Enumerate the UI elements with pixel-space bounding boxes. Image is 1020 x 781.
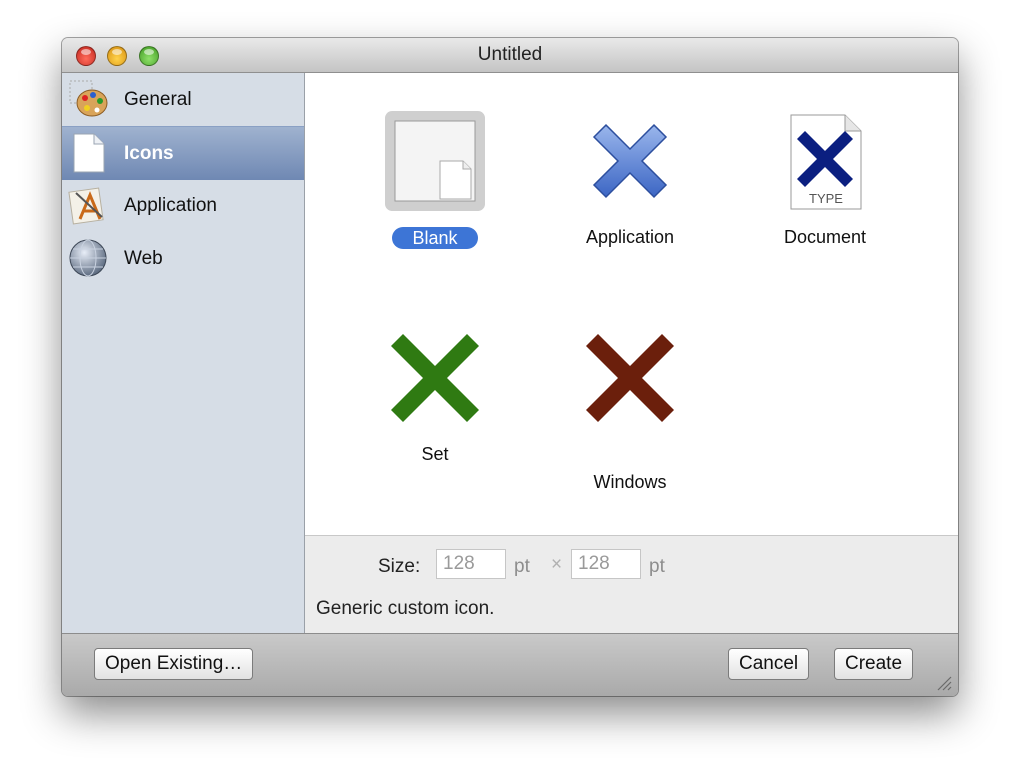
template-label: Windows [593, 472, 667, 492]
times-symbol: × [551, 554, 563, 575]
template-grid: Blank Application TYPE Document Set Wind… [305, 73, 958, 535]
template-label: Set [421, 444, 449, 464]
width-input[interactable] [436, 549, 506, 579]
template-document[interactable]: TYPE Document [735, 111, 915, 281]
template-label: Application [585, 227, 675, 247]
blank-icon [385, 111, 485, 211]
template-windows[interactable]: Windows [540, 328, 720, 498]
icon-info-panel: Size: pt × pt Generic custom icon. [305, 535, 958, 634]
sidebar-item-icons[interactable]: Icons [62, 126, 304, 180]
size-label: Size: [378, 556, 421, 577]
document-type-badge: TYPE [809, 191, 843, 206]
height-input[interactable] [571, 549, 641, 579]
category-sidebar: General Icons Application Web [62, 73, 305, 633]
palette-icon [69, 80, 108, 117]
blue-x-icon [592, 123, 668, 199]
blank-document-icon [73, 133, 105, 173]
document-x-icon: TYPE [790, 114, 862, 210]
template-application[interactable]: Application [540, 111, 720, 281]
sidebar-item-label: Application [124, 195, 217, 216]
app-icon [68, 187, 104, 225]
red-x-icon [586, 334, 674, 422]
new-icon-window: Untitled General Icons Application Web B… [62, 38, 958, 696]
button-bar: Open Existing… Cancel Create [62, 633, 958, 696]
window-title: Untitled [477, 44, 543, 65]
resize-grip-icon[interactable] [936, 675, 952, 691]
green-x-icon [391, 334, 479, 422]
template-label: Blank [392, 227, 478, 249]
sidebar-item-general[interactable]: General [62, 73, 304, 126]
icon-description: Generic custom icon. [316, 598, 495, 619]
open-existing-button[interactable]: Open Existing… [94, 648, 254, 680]
sidebar-item-web[interactable]: Web [62, 232, 304, 285]
height-unit: pt [649, 556, 665, 577]
template-set[interactable]: Set [345, 328, 525, 498]
sidebar-item-label: Icons [124, 143, 174, 164]
title-bar: Untitled [62, 38, 958, 73]
sidebar-item-application[interactable]: Application [62, 179, 304, 232]
globe-icon [69, 239, 107, 277]
template-label: Document [783, 227, 867, 247]
sidebar-item-label: Web [124, 248, 163, 269]
sidebar-item-label: General [124, 89, 192, 110]
cancel-button[interactable]: Cancel [728, 648, 810, 680]
create-button[interactable]: Create [834, 648, 914, 680]
template-blank[interactable]: Blank [345, 111, 525, 281]
width-unit: pt [514, 556, 530, 577]
